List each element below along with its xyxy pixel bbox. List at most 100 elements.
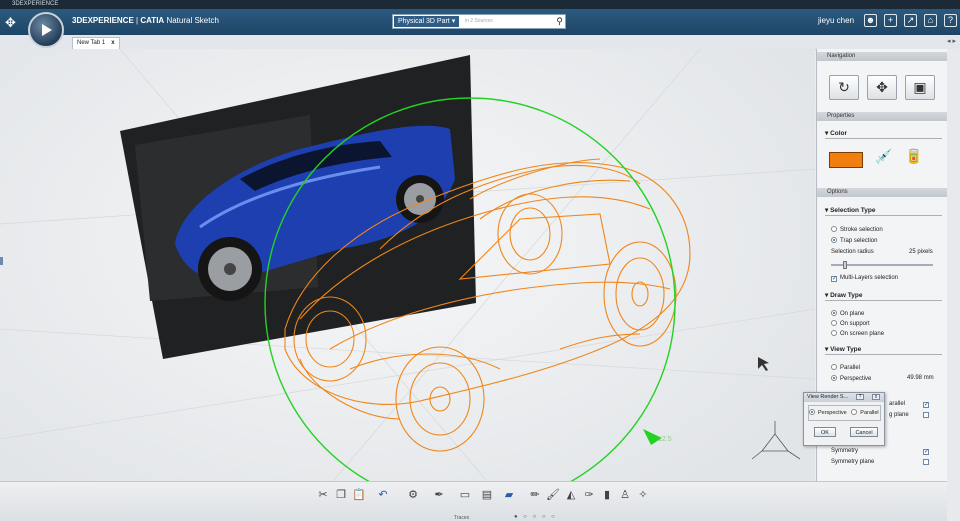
- section-label[interactable]: Traces: [454, 515, 469, 521]
- properties-header[interactable]: Properties: [817, 112, 947, 121]
- slider-knob[interactable]: [843, 261, 847, 269]
- app-bar: ✥ 3DEXPERIENCE | CATIA Natural Sketch Ph…: [0, 9, 960, 48]
- compass-icon[interactable]: [28, 12, 64, 48]
- symmetry-checkbox[interactable]: ✓: [923, 448, 932, 455]
- symmetry-plane-checkbox[interactable]: [923, 459, 932, 466]
- tab-new-tab-1[interactable]: New Tab 1 x: [72, 37, 120, 49]
- wand-icon[interactable]: ✧: [636, 488, 650, 502]
- radio-indicator: [809, 409, 815, 415]
- search-scope-dropdown[interactable]: Physical 3D Part ▾: [394, 16, 460, 27]
- copy-icon[interactable]: ❐: [334, 488, 348, 502]
- draw-type-label: Draw Type: [830, 292, 863, 299]
- fit-all-icon[interactable]: ▣: [905, 75, 935, 100]
- view-type-subheader[interactable]: ▾ View Type: [825, 345, 942, 355]
- add-icon[interactable]: +: [884, 14, 897, 27]
- ok-button[interactable]: OK: [814, 427, 836, 437]
- cancel-button[interactable]: Cancel: [850, 427, 878, 437]
- trap-selection-radio[interactable]: Trap selection: [831, 237, 877, 244]
- on-support-radio[interactable]: On support: [831, 320, 870, 327]
- tab-strip: New Tab 1 x ◂ ▸: [0, 35, 960, 50]
- page-dots[interactable]: ● ○ ○ ○ ○: [514, 514, 557, 520]
- pen-icon[interactable]: ✒: [432, 488, 446, 502]
- left-edge-handle[interactable]: [0, 257, 3, 265]
- radio-indicator: [831, 237, 837, 243]
- help-icon[interactable]: ?: [944, 14, 957, 27]
- 3d-viewport[interactable]: 12.5: [0, 49, 815, 520]
- parallel-option[interactable]: Parallel: [851, 409, 879, 416]
- compass-axes[interactable]: [751, 421, 801, 460]
- paint-bucket-icon[interactable]: 🥫: [905, 142, 922, 170]
- radius-unit: pixels: [917, 249, 933, 255]
- dialog-title: View Render S...: [807, 394, 849, 400]
- brush-icon[interactable]: 🖌: [546, 488, 560, 502]
- pan-icon[interactable]: ✥: [867, 75, 897, 100]
- color-subheader[interactable]: ▾ Color: [825, 129, 942, 139]
- eraser-icon[interactable]: ▭: [458, 488, 472, 502]
- on-screen-plane-label: On screen plane: [840, 331, 885, 337]
- dialog-help-icon[interactable]: ?: [856, 394, 864, 400]
- home-icon[interactable]: ⌂: [924, 14, 937, 27]
- perspective-option[interactable]: Perspective: [809, 409, 847, 416]
- pencil-icon[interactable]: ✏: [528, 488, 542, 502]
- person-icon[interactable]: ♙: [618, 488, 632, 502]
- color-swatch-button[interactable]: [829, 152, 863, 168]
- focal-unit: mm: [923, 375, 934, 381]
- symmetry-plane-row: Symmetry plane: [831, 459, 874, 465]
- partial-checkbox-1[interactable]: ✓: [923, 401, 932, 408]
- tab-scroll-arrows[interactable]: ◂ ▸: [947, 37, 956, 45]
- image-plane[interactable]: [120, 55, 476, 359]
- radio-indicator: [831, 226, 837, 232]
- focal-number: 49.98: [907, 375, 923, 381]
- partial-checkbox-2[interactable]: [923, 412, 932, 419]
- window-title: 3DEXPERIENCE: [12, 1, 59, 7]
- rotate-icon[interactable]: ↻: [829, 75, 859, 100]
- radio-indicator: [831, 364, 837, 370]
- multi-layers-checkbox[interactable]: ✓ Multi-Layers selection: [831, 275, 898, 282]
- user-name[interactable]: jieyu chen: [818, 16, 854, 25]
- navigation-header[interactable]: Navigation: [817, 52, 947, 61]
- draw-type-subheader[interactable]: ▾ Draw Type: [825, 291, 942, 301]
- pen-tool-icon[interactable]: ✑: [582, 488, 596, 502]
- perspective-radio[interactable]: Perspective: [831, 375, 871, 382]
- on-support-label: On support: [840, 321, 870, 327]
- radio-indicator: [831, 330, 837, 336]
- navigation-header-label: Navigation: [827, 53, 856, 59]
- chevron-right-icon[interactable]: ▸: [952, 38, 956, 45]
- parallel-label: Parallel: [840, 365, 861, 371]
- search-icon[interactable]: ⚲: [556, 15, 563, 28]
- paste-icon[interactable]: 📋: [352, 488, 366, 502]
- parallel-radio[interactable]: Parallel: [831, 364, 860, 371]
- share-icon[interactable]: ↗: [904, 14, 917, 27]
- on-plane-radio[interactable]: On plane: [831, 310, 864, 317]
- options-header[interactable]: Options: [817, 188, 947, 197]
- settings-icon[interactable]: ⚙: [406, 488, 420, 502]
- parallel-option-label: Parallel: [860, 410, 879, 416]
- undo-icon[interactable]: ↶: [376, 488, 390, 502]
- selection-type-subheader[interactable]: ▾ Selection Type: [825, 206, 942, 216]
- blue-marker-icon[interactable]: ▰: [502, 488, 516, 502]
- scissors-icon[interactable]: ✂: [316, 488, 330, 502]
- app-name: Natural Sketch: [166, 16, 219, 25]
- close-tab-icon[interactable]: x: [111, 40, 114, 46]
- lamp-icon[interactable]: ◭: [564, 488, 578, 502]
- selection-type-label: Selection Type: [830, 207, 876, 214]
- scene-svg[interactable]: 12.5: [0, 49, 815, 520]
- layers-icon[interactable]: ▤: [480, 488, 494, 502]
- trap-selection-label: Trap selection: [840, 238, 878, 244]
- on-screen-plane-radio[interactable]: On screen plane: [831, 330, 884, 337]
- selection-radius-slider[interactable]: [831, 261, 933, 269]
- chevron-left-icon[interactable]: ◂: [947, 38, 951, 45]
- symmetry-plane-label: Symmetry plane: [831, 459, 875, 465]
- eyedropper-icon[interactable]: 💉: [875, 142, 892, 170]
- dialog-close-icon[interactable]: x: [872, 394, 880, 400]
- user-icon[interactable]: ☻: [864, 14, 877, 27]
- action-bar: ✂ ❐ 📋 ↶ ⚙ ✒ ▭ ▤ ▰ ✏ 🖌 ◭ ✑ ▮ ♙ ✧ Traces ●…: [0, 481, 947, 521]
- app-title: 3DEXPERIENCE | CATIA Natural Sketch: [72, 16, 219, 25]
- search-placeholder[interactable]: in 2 Sources: [465, 18, 493, 24]
- panel-scrollbar[interactable]: [947, 49, 960, 520]
- marker-icon[interactable]: ▮: [600, 488, 614, 502]
- stroke-selection-radio[interactable]: Stroke selection: [831, 226, 883, 233]
- tab-label: New Tab 1: [77, 40, 106, 46]
- ds-logo-icon[interactable]: ✥: [5, 14, 23, 32]
- search-bar[interactable]: Physical 3D Part ▾ in 2 Sources ⚲: [392, 14, 566, 29]
